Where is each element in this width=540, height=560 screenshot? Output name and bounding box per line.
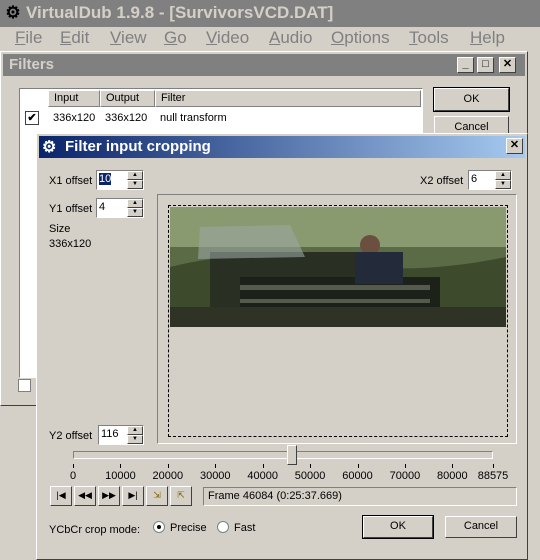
x2-spin-up[interactable]: ▲ bbox=[495, 171, 511, 180]
options-checkbox[interactable] bbox=[18, 379, 31, 392]
x1-offset-value[interactable]: 10 bbox=[99, 173, 112, 185]
filters-title-bar[interactable]: Filters _ □ ✕ bbox=[3, 54, 525, 76]
virtualdub-app-icon[interactable]: ⚙ bbox=[3, 3, 23, 23]
main-title-bar[interactable]: ⚙ VirtualDub 1.9.8 - [SurvivorsVCD.DAT] bbox=[0, 0, 540, 27]
menu-edit[interactable]: Edit bbox=[60, 28, 89, 48]
crop-mode-label: YCbCr crop mode: bbox=[49, 524, 141, 536]
frame-slider-track[interactable] bbox=[73, 451, 493, 459]
crop-rectangle[interactable] bbox=[168, 205, 508, 437]
row-filter: null transform bbox=[160, 112, 227, 124]
menu-audio[interactable]: Audio bbox=[269, 28, 312, 48]
y2-offset-value[interactable]: 116 bbox=[101, 428, 119, 440]
slider-tick-label: 88575 bbox=[477, 470, 509, 482]
column-input[interactable]: Input bbox=[48, 90, 100, 107]
next-key-button[interactable]: ▶▶ bbox=[98, 486, 120, 506]
slider-tick-label: 10000 bbox=[105, 470, 136, 482]
fast-radio[interactable] bbox=[217, 521, 229, 533]
table-row[interactable]: ✔ 336x120 336x120 null transform bbox=[20, 109, 422, 127]
filters-ok-button[interactable]: OK bbox=[433, 87, 510, 112]
mark-out-icon[interactable]: ⇱ bbox=[170, 486, 192, 506]
crop-preview[interactable] bbox=[157, 194, 517, 444]
start-button[interactable]: |◀ bbox=[50, 486, 72, 506]
slider-tick bbox=[120, 464, 122, 468]
slider-tick-label: 80000 bbox=[437, 470, 468, 482]
menu-help[interactable]: Help bbox=[470, 28, 505, 48]
column-output[interactable]: Output bbox=[100, 90, 155, 107]
slider-tick bbox=[493, 464, 494, 468]
slider-tick-label: 30000 bbox=[199, 470, 231, 482]
frame-slider-thumb[interactable] bbox=[286, 445, 297, 465]
size-label: Size bbox=[49, 223, 71, 235]
x1-offset-label: X1 offset bbox=[49, 175, 93, 187]
gear-icon: ⚙ bbox=[42, 139, 57, 156]
filters-title: Filters bbox=[9, 56, 55, 73]
slider-tick bbox=[452, 464, 454, 468]
y2-offset-label: Y2 offset bbox=[49, 430, 93, 442]
precise-radio[interactable] bbox=[153, 521, 165, 533]
crop-cancel-button[interactable]: Cancel bbox=[445, 516, 517, 538]
row-output: 336x120 bbox=[105, 112, 148, 124]
slider-tick-label: 20000 bbox=[152, 470, 184, 482]
slider-tick bbox=[73, 464, 74, 468]
filters-close-button[interactable]: ✕ bbox=[499, 57, 516, 73]
minimize-button[interactable]: _ bbox=[457, 57, 474, 73]
slider-tick-label: 40000 bbox=[247, 470, 278, 482]
slider-tick bbox=[404, 464, 406, 468]
main-window-title: VirtualDub 1.9.8 - [SurvivorsVCD.DAT] bbox=[26, 3, 334, 22]
maximize-button[interactable]: □ bbox=[477, 57, 494, 73]
mark-in-icon[interactable]: ⇲ bbox=[146, 486, 168, 506]
previous-key-button[interactable]: ◀◀ bbox=[74, 486, 96, 506]
y1-spin-down[interactable]: ▼ bbox=[127, 208, 143, 217]
crop-title-bar[interactable]: ⚙ Filter input cropping ✕ bbox=[39, 136, 525, 158]
x2-offset-label: X2 offset bbox=[420, 175, 464, 187]
x1-spin-down[interactable]: ▼ bbox=[127, 180, 143, 189]
menu-go[interactable]: Go bbox=[164, 28, 187, 48]
y2-spin-down[interactable]: ▼ bbox=[127, 435, 143, 444]
slider-tick-label: 60000 bbox=[342, 470, 373, 482]
x2-offset-spinner[interactable]: 6 ▲ ▼ bbox=[468, 170, 512, 190]
menu-view[interactable]: View bbox=[110, 28, 147, 48]
size-value: 336x120 bbox=[49, 238, 92, 250]
menu-file[interactable]: File bbox=[15, 28, 42, 48]
slider-tick bbox=[215, 464, 217, 468]
menu-video[interactable]: Video bbox=[206, 28, 249, 48]
y1-offset-spinner[interactable]: 4 ▲ ▼ bbox=[96, 198, 144, 218]
slider-tick bbox=[357, 464, 359, 468]
x1-offset-spinner[interactable]: 10 ▲ ▼ bbox=[96, 170, 144, 190]
x1-spin-up[interactable]: ▲ bbox=[127, 171, 143, 180]
crop-title: Filter input cropping bbox=[65, 138, 211, 155]
slider-tick-label: 50000 bbox=[294, 470, 326, 482]
y1-offset-label: Y1 offset bbox=[49, 203, 93, 215]
crop-ok-button[interactable]: OK bbox=[362, 515, 434, 539]
slider-tick bbox=[310, 464, 312, 468]
slider-tick bbox=[167, 464, 169, 468]
x2-offset-value[interactable]: 6 bbox=[471, 173, 477, 185]
frame-position-display: Frame 46084 (0:25:37.669) bbox=[203, 487, 517, 506]
y2-offset-spinner[interactable]: 116 ▲ ▼ bbox=[98, 425, 144, 445]
precise-label[interactable]: Precise bbox=[170, 522, 207, 534]
end-button[interactable]: ▶| bbox=[122, 486, 144, 506]
column-filter[interactable]: Filter bbox=[155, 90, 421, 107]
crop-close-button[interactable]: ✕ bbox=[506, 138, 523, 154]
y1-offset-value[interactable]: 4 bbox=[99, 201, 105, 213]
x2-spin-down[interactable]: ▼ bbox=[495, 180, 511, 189]
y2-spin-up[interactable]: ▲ bbox=[127, 426, 143, 435]
menu-bar: File Edit View Go Video Audio Options To… bbox=[0, 27, 540, 49]
menu-options[interactable]: Options bbox=[331, 28, 390, 48]
slider-tick bbox=[262, 464, 264, 468]
crop-dialog: ⚙ Filter input cropping ✕ X1 offset 10 ▲… bbox=[36, 133, 528, 560]
y1-spin-up[interactable]: ▲ bbox=[127, 199, 143, 208]
row-input: 336x120 bbox=[53, 112, 96, 124]
menu-tools[interactable]: Tools bbox=[409, 28, 449, 48]
slider-tick-label: 0 bbox=[69, 470, 77, 482]
slider-tick-label: 70000 bbox=[389, 470, 421, 482]
fast-label[interactable]: Fast bbox=[234, 522, 255, 534]
filter-enable-checkbox[interactable]: ✔ bbox=[25, 111, 39, 125]
